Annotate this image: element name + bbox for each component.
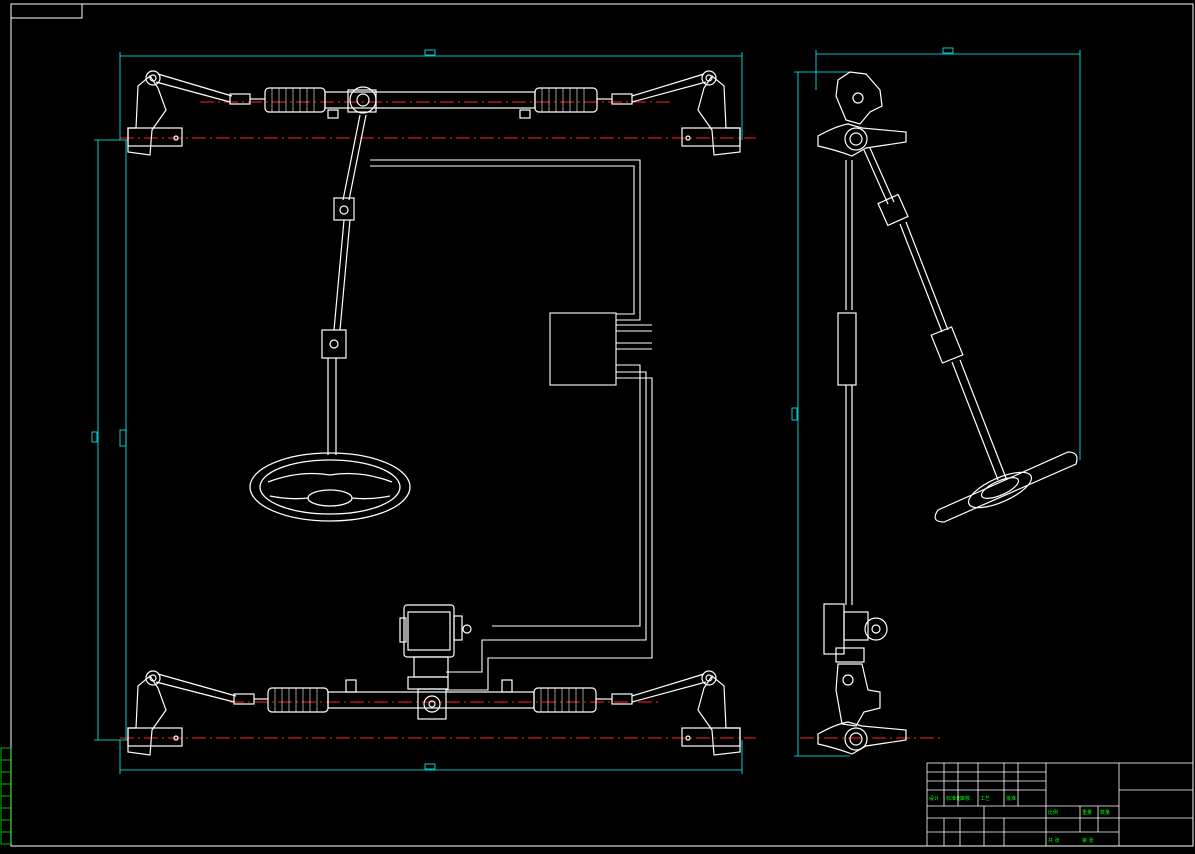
steering-column [321, 114, 367, 455]
title-cell-10: 第 张 [1082, 837, 1094, 844]
title-cell-9: 共 张 [1048, 837, 1060, 844]
side-dimension-lines [791, 47, 1081, 757]
left-margin-strip [0, 747, 12, 845]
bottom-steering-rack [127, 670, 741, 756]
dimension-lines [91, 49, 743, 774]
side-view [791, 47, 1081, 757]
title-cell-5: 批准 [1006, 795, 1016, 802]
title-cell-2: 标准化 [946, 795, 961, 802]
steering-wheel [249, 452, 411, 522]
title-cell-6: 比例 [1048, 809, 1058, 816]
title-cell-4: 工艺 [980, 796, 990, 802]
title-cell-7: 重量 [1082, 809, 1092, 816]
sheet-border [10, 3, 1194, 847]
cad-drawing-canvas: 设计 标准化 审核 工艺 批准 比例 重量 数量 共 张 第 张 [0, 3, 1194, 847]
controller-wiring [370, 159, 653, 691]
title-block: 设计 标准化 审核 工艺 批准 比例 重量 数量 共 张 第 张 [926, 762, 1194, 847]
title-cell-3: 审核 [960, 795, 970, 802]
plan-view [91, 49, 756, 774]
side-assembly [817, 71, 1078, 755]
title-cell-8: 数量 [1100, 809, 1110, 816]
title-cell-1: 设计 [929, 795, 939, 802]
top-steering-rack [127, 70, 741, 156]
centerlines [120, 101, 756, 739]
